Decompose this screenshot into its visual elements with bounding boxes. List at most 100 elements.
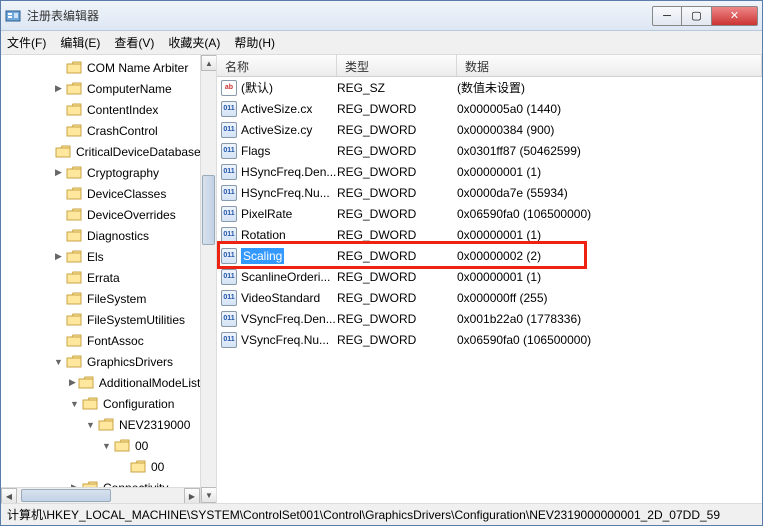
- tree-item-label: 00: [133, 439, 148, 453]
- tree-item[interactable]: DeviceOverrides: [1, 204, 200, 225]
- tree-item[interactable]: FontAssoc: [1, 330, 200, 351]
- tree-item[interactable]: Diagnostics: [1, 225, 200, 246]
- tree-pane: COM Name Arbiter ▶ ComputerName ContentInde…: [1, 55, 217, 503]
- tree[interactable]: COM Name Arbiter ▶ ComputerName ContentInde…: [1, 55, 200, 487]
- tree-item[interactable]: COM Name Arbiter: [1, 57, 200, 78]
- folder-icon: [66, 313, 82, 327]
- tree-item[interactable]: ▶ ComputerName: [1, 78, 200, 99]
- value-data: 0x001b22a0 (1778336): [457, 312, 762, 326]
- titlebar[interactable]: 注册表编辑器 ─ ▢ ✕: [1, 1, 762, 31]
- tree-item-label: FontAssoc: [85, 334, 144, 348]
- tree-item[interactable]: ▼ 00: [1, 435, 200, 456]
- value-row[interactable]: 011ActiveSize.cxREG_DWORD0x000005a0 (144…: [217, 98, 762, 119]
- tree-item[interactable]: ▶Connectivity: [1, 477, 200, 487]
- menu-edit[interactable]: 编辑(E): [60, 34, 100, 51]
- tree-item-label: Els: [85, 250, 104, 264]
- value-row[interactable]: 011ActiveSize.cyREG_DWORD0x00000384 (900…: [217, 119, 762, 140]
- menu-help[interactable]: 帮助(H): [234, 34, 275, 51]
- tree-item[interactable]: ▶ Cryptography: [1, 162, 200, 183]
- folder-icon: [66, 334, 82, 348]
- folder-icon: [66, 103, 82, 117]
- menu-file[interactable]: 文件(F): [7, 34, 46, 51]
- tree-item-label: Configuration: [101, 397, 174, 411]
- value-type: REG_DWORD: [337, 333, 457, 347]
- tree-item-label: GraphicsDrivers: [85, 355, 173, 369]
- tree-item-label: 00: [149, 460, 164, 474]
- value-row[interactable]: 011VSyncFreq.Nu...REG_DWORD0x06590fa0 (1…: [217, 329, 762, 350]
- tree-item[interactable]: CriticalDeviceDatabase: [1, 141, 200, 162]
- tree-item-label: ComputerName: [85, 82, 172, 96]
- value-name: Scaling: [241, 248, 284, 264]
- tree-item[interactable]: ContentIndex: [1, 99, 200, 120]
- collapse-icon[interactable]: ▼: [53, 356, 64, 367]
- expand-icon[interactable]: ▶: [53, 251, 64, 262]
- scroll-up-button[interactable]: ▲: [201, 55, 217, 71]
- value-name: VSyncFreq.Nu...: [241, 333, 329, 347]
- value-row[interactable]: 011VideoStandardREG_DWORD0x000000ff (255…: [217, 287, 762, 308]
- maximize-button[interactable]: ▢: [682, 6, 712, 26]
- tree-item[interactable]: ▼NEV2319000: [1, 414, 200, 435]
- value-data: 0x00000001 (1): [457, 228, 762, 242]
- value-row[interactable]: ab(默认)REG_SZ(数值未设置): [217, 77, 762, 98]
- value-list[interactable]: ab(默认)REG_SZ(数值未设置)011ActiveSize.cxREG_D…: [217, 77, 762, 350]
- no-expander: [53, 272, 64, 283]
- tree-item-label: AdditionalModeLists: [97, 376, 200, 390]
- tree-item[interactable]: DeviceClasses: [1, 183, 200, 204]
- scroll-right-button[interactable]: ▶: [184, 488, 200, 503]
- tree-item[interactable]: ▶ AdditionalModeLists: [1, 372, 200, 393]
- dword-value-icon: 011: [221, 206, 237, 222]
- scroll-left-button[interactable]: ◀: [1, 488, 17, 503]
- column-type[interactable]: 类型: [337, 55, 457, 76]
- expand-icon[interactable]: ▶: [53, 167, 64, 178]
- tree-scrollbar-horizontal[interactable]: ◀ ▶: [1, 487, 200, 503]
- tree-item[interactable]: ▶ Els: [1, 246, 200, 267]
- value-row[interactable]: 011ScalingREG_DWORD0x00000002 (2): [217, 245, 762, 266]
- dword-value-icon: 011: [221, 332, 237, 348]
- statusbar: 计算机\HKEY_LOCAL_MACHINE\SYSTEM\ControlSet…: [1, 503, 762, 525]
- tree-item[interactable]: Errata: [1, 267, 200, 288]
- value-data: 0x000005a0 (1440): [457, 102, 762, 116]
- value-row[interactable]: 011VSyncFreq.Den...REG_DWORD0x001b22a0 (…: [217, 308, 762, 329]
- tree-item-label: DeviceClasses: [85, 187, 166, 201]
- no-expander: [53, 314, 64, 325]
- close-button[interactable]: ✕: [712, 6, 758, 26]
- value-type: REG_DWORD: [337, 270, 457, 284]
- expand-icon[interactable]: ▶: [69, 377, 76, 388]
- scroll-down-button[interactable]: ▼: [201, 487, 217, 503]
- tree-item[interactable]: 00: [1, 456, 200, 477]
- tree-item[interactable]: ▼ GraphicsDrivers: [1, 351, 200, 372]
- tree-scrollbar-vertical[interactable]: ▲ ▼: [200, 55, 216, 503]
- folder-icon: [66, 250, 82, 264]
- collapse-icon[interactable]: ▼: [101, 440, 112, 451]
- value-row[interactable]: 011FlagsREG_DWORD0x0301ff87 (50462599): [217, 140, 762, 161]
- dword-value-icon: 011: [221, 164, 237, 180]
- column-data[interactable]: 数据: [457, 55, 762, 76]
- folder-icon: [98, 418, 114, 432]
- value-row[interactable]: 011PixelRateREG_DWORD0x06590fa0 (1065000…: [217, 203, 762, 224]
- expand-icon[interactable]: ▶: [53, 83, 64, 94]
- collapse-icon[interactable]: ▼: [69, 398, 80, 409]
- menu-favorites[interactable]: 收藏夹(A): [168, 34, 220, 51]
- value-data: 0x00000002 (2): [457, 249, 762, 263]
- value-row[interactable]: 011HSyncFreq.Den...REG_DWORD0x00000001 (…: [217, 161, 762, 182]
- scroll-thumb-vertical[interactable]: [202, 175, 215, 245]
- tree-item[interactable]: FileSystem: [1, 288, 200, 309]
- folder-icon: [66, 166, 82, 180]
- value-row[interactable]: 011ScanlineOrderi...REG_DWORD0x00000001 …: [217, 266, 762, 287]
- minimize-button[interactable]: ─: [652, 6, 682, 26]
- value-row[interactable]: 011RotationREG_DWORD0x00000001 (1): [217, 224, 762, 245]
- value-name: HSyncFreq.Den...: [241, 165, 336, 179]
- collapse-icon[interactable]: ▼: [85, 419, 96, 430]
- column-name[interactable]: 名称: [217, 55, 337, 76]
- content-area: COM Name Arbiter ▶ ComputerName ContentInde…: [1, 55, 762, 503]
- tree-item-label: CriticalDeviceDatabase: [74, 145, 200, 159]
- tree-item[interactable]: FileSystemUtilities: [1, 309, 200, 330]
- tree-item[interactable]: ▼ Configuration: [1, 393, 200, 414]
- menu-view[interactable]: 查看(V): [114, 34, 154, 51]
- value-type: REG_DWORD: [337, 144, 457, 158]
- no-expander: [53, 188, 64, 199]
- tree-item-label: Cryptography: [85, 166, 159, 180]
- scroll-thumb-horizontal[interactable]: [21, 489, 111, 502]
- tree-item[interactable]: CrashControl: [1, 120, 200, 141]
- value-row[interactable]: 011HSyncFreq.Nu...REG_DWORD0x0000da7e (5…: [217, 182, 762, 203]
